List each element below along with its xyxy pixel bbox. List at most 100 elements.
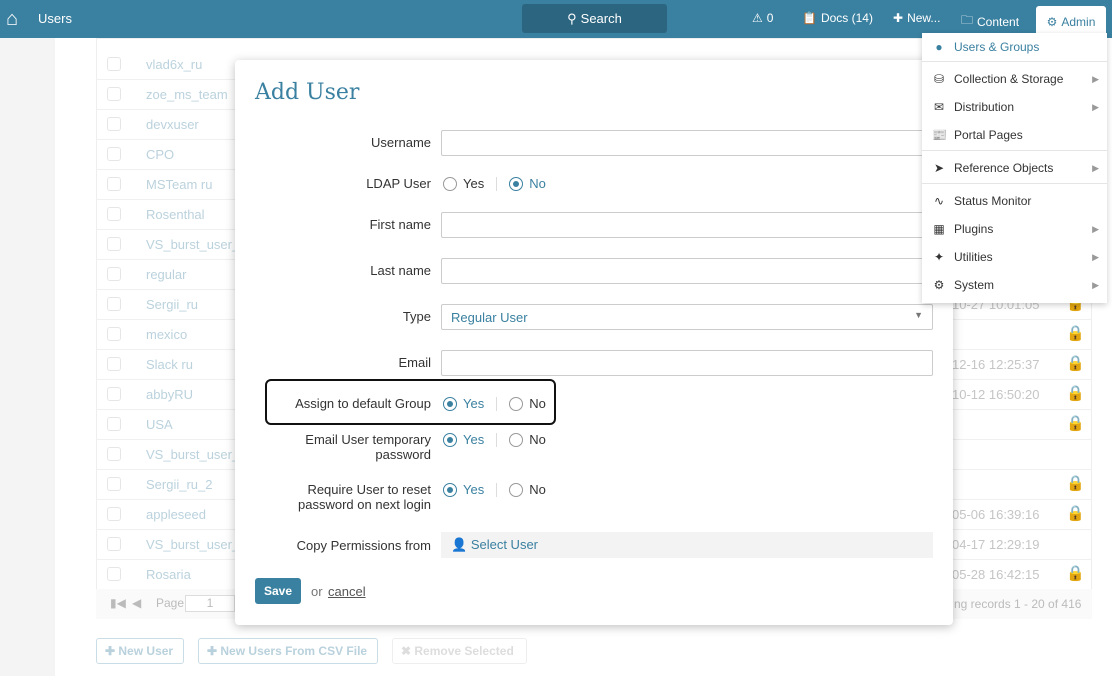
row-checkbox[interactable] [107,357,121,371]
row-checkbox[interactable] [107,207,121,221]
ldap-label: LDAP User [366,176,431,191]
menu-label: Portal Pages [954,128,1023,142]
user-name-link[interactable]: MSTeam ru [146,177,212,192]
menu-item-collection-storage[interactable]: ⛁ Collection & Storage ▶ [922,65,1107,93]
new-users-csv-button[interactable]: ✚ New Users From CSV File [198,638,378,664]
email-input[interactable] [441,350,933,376]
assign-no-label: No [529,396,546,411]
user-name-link[interactable]: appleseed [146,507,206,522]
records-info: ng records 1 - 20 of 416 [954,597,1082,611]
user-name-link[interactable]: Sergii_ru [146,297,198,312]
user-name-link[interactable]: VS_burst_user_ [146,537,239,552]
user-name-link[interactable]: zoe_ms_team [146,87,228,102]
email-temp-no-radio[interactable] [509,432,524,447]
user-name-link[interactable]: Slack ru [146,357,193,372]
row-checkbox[interactable] [107,417,121,431]
row-checkbox[interactable] [107,237,121,251]
reset-password-label: Require User to reset password on next l… [298,482,431,512]
row-checkbox[interactable] [107,387,121,401]
submenu-arrow-icon: ▶ [1092,73,1099,84]
search-button[interactable]: ⚲ Search [522,4,667,33]
last-login-date: 10-12 16:50:20 [952,387,1040,402]
row-checkbox[interactable] [107,147,121,161]
submenu-arrow-icon: ▶ [1092,101,1099,112]
user-name-link[interactable]: VS_burst_user_ [146,237,239,252]
first-name-input[interactable] [441,212,933,238]
folder-icon: 🗀 [961,13,974,27]
user-icon: ● [935,40,943,54]
user-name-link[interactable]: abbyRU [146,387,193,402]
assign-yes-radio[interactable] [443,396,457,411]
type-select[interactable]: Regular User ▼ [441,304,933,330]
user-lock-icon: 🔒 [1066,325,1085,342]
last-login-date: 04-17 12:29:19 [952,537,1040,552]
row-checkbox[interactable] [107,57,121,71]
page-input[interactable]: 1 [185,595,235,612]
submenu-arrow-icon: ▶ [1092,223,1099,234]
ldap-yes-radio[interactable] [443,176,457,191]
email-temp-yes-radio[interactable] [443,432,457,447]
username-input[interactable] [441,130,933,156]
content-button[interactable]: 🗀 Content [961,11,1019,32]
row-checkbox[interactable] [107,477,121,491]
menu-item-distribution[interactable]: ✉ Distribution ▶ [922,93,1107,121]
row-checkbox[interactable] [107,87,121,101]
menu-item-plugins[interactable]: ▦ Plugins ▶ [922,215,1107,243]
pulse-icon: ∿ [933,194,945,208]
user-lock-icon: 🔒 [1066,355,1085,372]
row-checkbox[interactable] [107,117,121,131]
username-label: Username [371,135,431,150]
user-name-link[interactable]: devxuser [146,117,199,132]
save-button[interactable]: Save [255,578,301,604]
reset-no-radio[interactable] [509,482,524,497]
reset-password-radio-group: Yes No [443,482,546,497]
menu-item-reference-objects[interactable]: ➤ Reference Objects ▶ [922,154,1107,182]
prev-page-icon[interactable]: ◀ [132,596,141,610]
user-name-link[interactable]: CPO [146,147,174,162]
new-button[interactable]: ✚ New... [893,11,940,25]
user-name-link[interactable]: VS_burst_user_ [146,447,239,462]
email-temp-label: Email User temporary password [305,432,431,462]
home-icon[interactable]: ⌂ [6,8,18,31]
select-user-button[interactable]: 👤 Select User [441,532,933,558]
menu-item-system[interactable]: ⚙ System ▶ [922,271,1107,299]
row-checkbox[interactable] [107,327,121,341]
menu-label: Utilities [954,250,993,264]
user-lock-icon: 🔒 [1066,565,1085,582]
alerts-button[interactable]: ⚠ 0 [752,11,773,25]
user-name-link[interactable]: Rosenthal [146,207,205,222]
row-checkbox[interactable] [107,267,121,281]
new-user-button[interactable]: ✚ New User [96,638,184,664]
user-name-link[interactable]: vlad6x_ru [146,57,202,72]
row-checkbox[interactable] [107,297,121,311]
ldap-yes-label: Yes [463,176,485,191]
docs-button[interactable]: 📋 Docs (14) [802,11,873,25]
user-name-link[interactable]: USA [146,417,173,432]
assign-yes-label: Yes [463,396,485,411]
menu-item-portal-pages[interactable]: 📰 Portal Pages [922,121,1107,149]
user-name-link[interactable]: Rosaria [146,567,191,582]
content-label: Content [977,14,1020,29]
or-text: or [311,584,323,599]
remove-selected-button[interactable]: ✖ Remove Selected [392,638,527,664]
admin-menu: ● Users & Groups ⛁ Collection & Storage ▶ ✉… [922,33,1107,303]
first-page-icon[interactable]: ▮◀ [110,596,126,610]
user-name-link[interactable]: regular [146,267,186,282]
user-name-link[interactable]: mexico [146,327,187,342]
menu-item-utilities[interactable]: ✦ Utilities ▶ [922,243,1107,271]
row-checkbox[interactable] [107,537,121,551]
row-checkbox[interactable] [107,507,121,521]
last-login-date: 12-16 12:25:37 [952,357,1040,372]
row-checkbox[interactable] [107,567,121,581]
ldap-no-radio[interactable] [509,176,524,191]
menu-item-users-groups[interactable]: ● Users & Groups [922,33,1107,61]
row-checkbox[interactable] [107,177,121,191]
row-checkbox[interactable] [107,447,121,461]
type-value: Regular User [451,310,528,325]
user-name-link[interactable]: Sergii_ru_2 [146,477,213,492]
assign-no-radio[interactable] [509,396,524,411]
last-name-input[interactable] [441,258,933,284]
cancel-link[interactable]: cancel [328,584,366,599]
menu-item-status-monitor[interactable]: ∿ Status Monitor [922,187,1107,215]
reset-yes-radio[interactable] [443,482,457,497]
